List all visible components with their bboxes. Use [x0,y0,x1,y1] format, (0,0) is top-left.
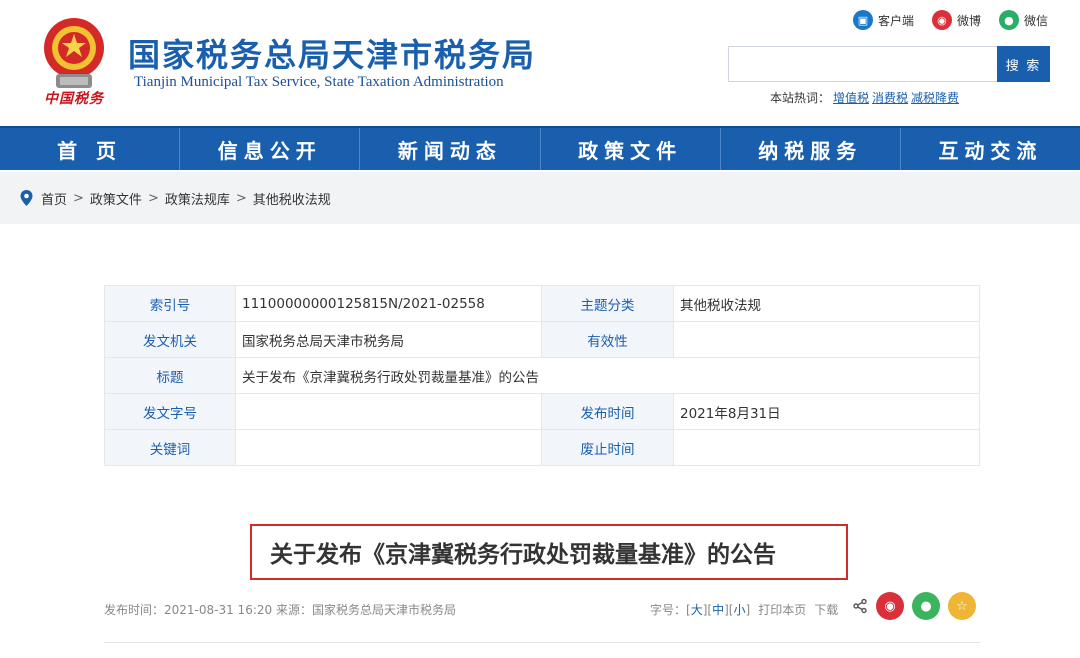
meta-value-repeal-date [673,429,980,466]
table-row: 关键词 废止时间 [104,429,980,466]
font-size-small[interactable]: 小 [733,601,745,618]
divider [104,642,980,643]
table-row: 索引号 11100000000125815N/2021-02558 主题分类 其… [104,285,980,322]
article-title: 关于发布《京津冀税务行政处罚裁量基准》的公告 [250,524,848,580]
weibo-icon: ◉ [931,10,952,30]
search-button[interactable]: 搜 索 [997,46,1050,82]
site-subtitle: Tianjin Municipal Tax Service, State Tax… [134,74,504,90]
hot-words-label: 本站热词： [770,91,831,105]
client-label: 客户端 [877,13,914,28]
meta-key-keywords: 关键词 [104,429,236,466]
publish-info: 发布时间：2021-08-31 16:20 来源：国家税务总局天津市税务局 [104,603,456,617]
meta-key-doc-number: 发文字号 [104,393,236,430]
hot-word-tax-cut[interactable]: 减税降费 [911,91,959,105]
breadcrumb-policy[interactable]: 政策文件 [90,189,142,208]
wechat-label: 微信 [1023,13,1048,28]
table-row: 发文字号 发布时间 2021年8月31日 [104,393,980,430]
breadcrumb-current: 其他税收法规 [252,192,331,208]
article-tools: 字号： [大][中][小] 打印本页 下载 [650,601,839,618]
meta-key-title: 标题 [104,357,236,394]
meta-value-issuer: 国家税务总局天津市税务局 [235,321,542,358]
location-pin-icon [20,190,33,206]
table-row: 标题 关于发布《京津冀税务行政处罚裁量基准》的公告 [104,357,980,394]
main-nav: 首 页 信息公开 新闻动态 政策文件 纳税服务 互动交流 [0,126,1080,170]
document-meta-table: 索引号 11100000000125815N/2021-02558 主题分类 其… [104,285,980,466]
nav-news[interactable]: 新闻动态 [360,128,541,170]
hot-words: 本站热词： 增值税 消费税 减税降费 [770,89,959,106]
favorite-star-icon[interactable]: ☆ [948,592,976,620]
meta-value-category: 其他税收法规 [673,285,980,322]
meta-key-publish-date: 发布时间 [541,393,674,430]
meta-key-category: 主题分类 [541,285,674,322]
search-input[interactable] [728,46,998,82]
share-bar: ◉ ● ☆ [852,592,976,620]
nav-info-disclosure[interactable]: 信息公开 [180,128,361,170]
font-size-large[interactable]: 大 [691,601,703,618]
nav-home[interactable]: 首 页 [0,128,181,170]
site-header: 中国税务 国家税务总局天津市税务局 Tianjin Municipal Tax … [0,0,1080,126]
meta-value-keywords [235,429,542,466]
seal-text: 中国税务 [44,91,104,107]
download-link[interactable]: 下载 [814,601,838,618]
share-weibo-icon[interactable]: ◉ [876,592,904,620]
content-area: 索引号 11100000000125815N/2021-02558 主题分类 其… [0,224,1080,658]
wechat-icon: ● [998,10,1019,30]
meta-value-index: 11100000000125815N/2021-02558 [235,285,542,322]
wechat-link[interactable]: ● 微信 [998,10,1048,30]
hot-word-consumption-tax[interactable]: 消费税 [872,91,908,105]
print-link[interactable]: 打印本页 [758,601,806,618]
client-icon: ▣ [852,10,873,30]
table-row: 发文机关 国家税务总局天津市税务局 有效性 [104,321,980,358]
meta-key-validity: 有效性 [541,321,674,358]
font-size-label: 字号： [650,603,687,617]
nav-tax-service[interactable]: 纳税服务 [721,128,901,170]
site-title[interactable]: 国家税务总局天津市税务局 [128,30,536,76]
nav-policy[interactable]: 政策文件 [541,128,721,170]
nav-interaction[interactable]: 互动交流 [901,128,1080,170]
meta-value-validity [673,321,980,358]
meta-value-doc-number [235,393,542,430]
meta-value-title: 关于发布《京津冀税务行政处罚裁量基准》的公告 [235,357,980,394]
breadcrumb-separator: > [147,190,159,206]
national-emblem-icon [44,18,104,88]
weibo-label: 微博 [956,13,981,28]
breadcrumb-policy-library[interactable]: 政策法规库 [165,189,230,208]
hot-word-vat[interactable]: 增值税 [833,91,869,105]
breadcrumb-separator: > [235,190,247,206]
weibo-link[interactable]: ◉ 微博 [931,10,981,30]
share-wechat-icon[interactable]: ● [912,592,940,620]
breadcrumb-separator: > [73,190,84,206]
share-icon[interactable] [852,598,868,614]
meta-value-publish-date: 2021年8月31日 [673,393,980,430]
meta-key-repeal-date: 废止时间 [541,429,674,466]
client-link[interactable]: ▣ 客户端 [852,10,914,30]
meta-key-issuer: 发文机关 [104,321,236,358]
breadcrumb-home[interactable]: 首页 [41,189,67,208]
top-links: ▣ 客户端 ◉ 微博 ● 微信 [852,10,1048,30]
meta-key-index: 索引号 [104,285,236,322]
font-size-medium[interactable]: 中 [712,601,724,618]
breadcrumb: 首页 > 政策文件 > 政策法规库 > 其他税收法规 [0,172,1080,224]
